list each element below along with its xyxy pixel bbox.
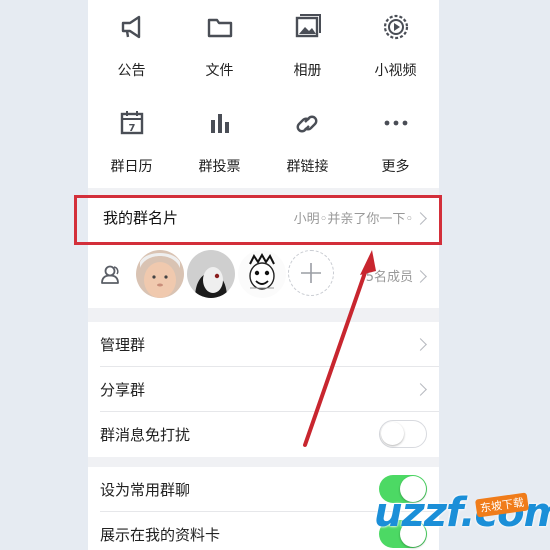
left-background [0,0,88,550]
short-video-button[interactable]: 小视频 [352,10,439,90]
section-separator [88,457,439,467]
do-not-disturb-label: 群消息免打扰 [100,426,191,444]
manage-group-label: 管理群 [100,336,146,354]
member-avatar[interactable] [187,250,235,298]
link-icon [296,115,318,133]
photo-album-icon [295,14,321,38]
more-button[interactable]: 更多 [352,106,439,186]
calendar-icon: 7 [120,111,144,135]
megaphone-icon [121,15,141,39]
function-grid-row-2: 7 群日历 群投票 群链接 更多 [88,106,439,186]
announcement-label: 公告 [117,63,146,79]
more-label: 更多 [381,159,410,175]
announcement-button[interactable]: 公告 [88,10,175,90]
show-on-profile-label: 展示在我的资料卡 [100,526,221,544]
chevron-right-icon [414,383,427,396]
highlight-box [74,195,442,245]
section-separator [88,308,439,322]
calendar-day-number: 7 [129,123,136,134]
group-vote-label: 群投票 [198,159,241,175]
short-video-icon [383,14,409,40]
group-calendar-label: 群日历 [110,159,153,175]
files-button[interactable]: 文件 [176,10,263,90]
member-avatar[interactable] [136,250,184,298]
right-background [439,0,550,550]
files-label: 文件 [205,63,234,79]
share-group-label: 分享群 [100,381,146,399]
album-button[interactable]: 相册 [264,10,351,90]
album-label: 相册 [293,63,322,79]
favorite-chat-label: 设为常用群聊 [100,481,191,499]
bar-chart-icon [211,114,229,133]
chevron-right-icon [414,338,427,351]
group-settings-panel: 公告 文件 相册 小视频 7 群日历 群投票 群链接 更多 我的群名片 小明◦并… [88,0,439,550]
group-calendar-button[interactable]: 7 群日历 [88,106,175,186]
more-dots-icon [384,120,408,126]
do-not-disturb-toggle[interactable] [379,420,427,448]
manage-group-row[interactable]: 管理群 [88,322,439,367]
plus-icon [301,263,321,283]
group-members-row[interactable]: 5名成员 [88,246,439,308]
do-not-disturb-row: 群消息免打扰 [88,412,439,457]
group-link-label: 群链接 [286,159,329,175]
chevron-right-icon [414,270,427,283]
add-member-button[interactable] [288,250,334,296]
group-link-button[interactable]: 群链接 [264,106,351,186]
short-video-label: 小视频 [374,63,417,79]
member-avatar[interactable] [238,250,286,298]
group-vote-button[interactable]: 群投票 [176,106,263,186]
folder-icon [207,18,233,38]
watermark-logo: uzzf.com 东坡下载 [368,486,550,546]
share-group-row[interactable]: 分享群 [88,367,439,412]
function-grid-row-1: 公告 文件 相册 小视频 [88,10,439,90]
member-count: 5名成员 [365,270,413,285]
members-icon [101,265,119,284]
